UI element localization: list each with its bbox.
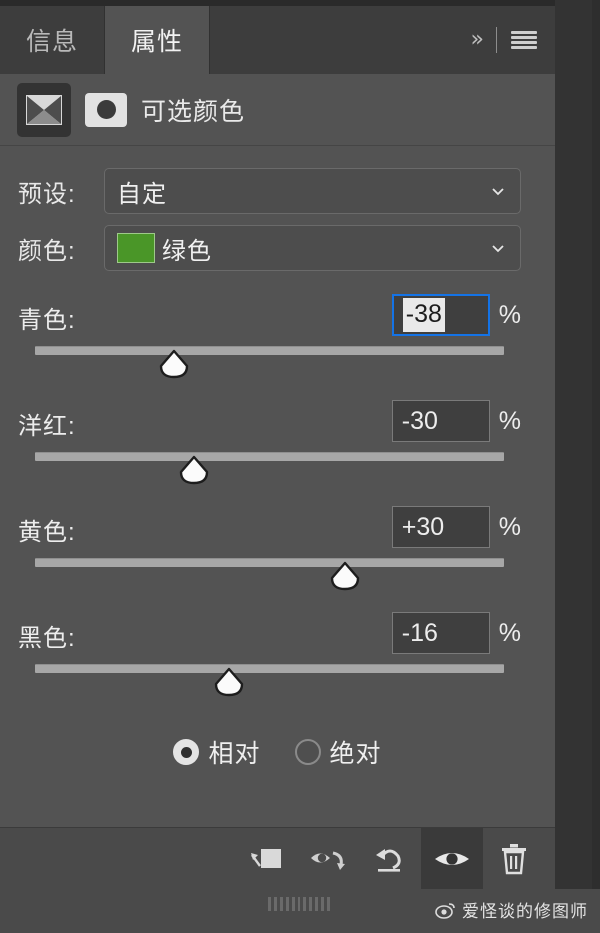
chevron-down-icon [492,188,504,196]
slider-magenta: 洋红: -30 % [18,388,521,494]
slider-cyan-field-wrap: -38 % [391,294,521,336]
adjustment-header: 可选颜色 [0,74,555,146]
slider-black-track[interactable] [35,664,504,673]
radio-relative-label: 相对 [208,740,261,768]
slider-black: 黑色: -16 % [18,600,521,706]
delete-button[interactable] [483,828,545,890]
slider-yellow-field-wrap: +30 % [391,506,521,548]
preset-value: 自定 [117,180,167,208]
slider-yellow-percent: % [498,512,521,541]
toggle-preview-button[interactable] [297,828,359,890]
radio-absolute[interactable]: 绝对 [294,734,382,770]
slider-magenta-track-wrap[interactable] [18,448,521,494]
tab-properties-label: 属性 [131,28,184,56]
panel-body: 预设: 自定 颜色: 绿色 青色: -38 % 洋红: -30 % 黄色: +3… [0,146,555,770]
dock-right-edge [592,0,600,933]
page-title: 可选颜色 [141,97,246,126]
weibo-logo-icon [435,902,455,919]
slider-black-percent: % [498,618,521,647]
tab-properties[interactable]: 属性 [105,6,211,74]
toggle-preview-icon [311,851,345,870]
tab-bar-spacer [210,6,471,74]
radio-relative-circle-icon[interactable] [173,739,200,765]
properties-panel: 信息 属性 » 可选颜色 预设: 自定 颜色: 绿色 青色: -38 % 洋红:… [0,6,555,933]
slider-yellow-track-wrap[interactable] [18,554,521,600]
photoshop-properties-panel: 信息 属性 » 可选颜色 预设: 自定 颜色: 绿色 青色: -38 % 洋红:… [0,0,600,933]
slider-magenta-value: -30 [401,406,438,435]
clip-to-layer-icon [251,848,281,868]
slider-magenta-thumb[interactable] [178,455,210,485]
colors-dropdown[interactable]: 绿色 [104,225,521,271]
watermark: 爱怪谈的修图师 [435,897,588,922]
radio-absolute-circle-icon[interactable] [294,739,321,765]
clip-to-layer-button[interactable] [235,828,297,890]
reset-button[interactable] [359,828,421,890]
slider-cyan-value: -38 [402,297,445,333]
slider-black-value: -16 [401,618,438,647]
chevron-down-icon [492,245,504,253]
dock-right-strip [555,0,600,933]
slider-black-input[interactable]: -16 [391,612,490,654]
tab-info[interactable]: 信息 [0,6,106,74]
slider-cyan: 青色: -38 % [18,282,521,388]
tab-bar-actions: » [470,6,555,74]
adjustment-glyph [26,94,62,125]
visibility-eye-icon [435,852,469,865]
radio-absolute-label: 绝对 [329,740,382,768]
slider-cyan-track[interactable] [35,346,504,355]
slider-black-track-wrap[interactable] [18,660,521,706]
mask-dot-shape [96,100,116,119]
slider-cyan-thumb[interactable] [158,349,190,379]
method-radio-group: 相对 绝对 [0,734,555,770]
radio-relative[interactable]: 相对 [173,734,260,770]
slider-magenta-input[interactable]: -30 [391,400,490,442]
slider-black-field-wrap: -16 % [391,612,521,654]
slider-yellow: 黄色: +30 % [18,494,521,600]
slider-yellow-thumb[interactable] [329,561,361,591]
slider-cyan-track-wrap[interactable] [18,342,521,388]
slider-yellow-value: +30 [401,512,445,541]
layer-mask-thumbnail-icon[interactable] [85,92,127,127]
color-swatch [117,233,155,263]
slider-magenta-track[interactable] [35,452,504,461]
colors-row: 颜色: 绿色 [18,225,521,271]
slider-magenta-field-wrap: -30 % [391,400,521,442]
collapse-double-chevron-icon[interactable]: » [471,29,485,51]
watermark-text: 爱怪谈的修图师 [462,902,588,921]
delete-trash-icon [502,843,526,874]
slider-black-label: 黑色: [18,624,76,652]
visibility-eye-button[interactable] [421,827,483,890]
slider-cyan-percent: % [498,300,521,329]
preset-dropdown[interactable]: 自定 [104,168,521,214]
slider-yellow-input[interactable]: +30 [391,506,490,548]
colors-label: 颜色: [18,237,76,265]
slider-magenta-label: 洋红: [18,412,76,440]
tab-info-label: 信息 [26,28,79,56]
preset-row: 预设: 自定 [18,168,521,214]
selective-color-adjustment-icon[interactable] [17,82,71,137]
slider-black-thumb[interactable] [213,667,245,697]
panel-footer: 爱怪谈的修图师 [0,889,600,933]
slider-cyan-top: 青色: -38 % [18,294,521,340]
slider-magenta-top: 洋红: -30 % [18,400,521,446]
slider-black-top: 黑色: -16 % [18,612,521,658]
slider-cyan-label: 青色: [18,306,76,334]
slider-cyan-input[interactable]: -38 [391,294,490,336]
toolbar-divider [496,27,497,53]
resize-grip-handle[interactable] [268,897,330,911]
hamburger-menu-icon[interactable] [511,31,537,49]
slider-magenta-percent: % [498,406,521,435]
reset-icon [376,848,401,872]
panel-tab-bar: 信息 属性 » [0,6,555,74]
slider-yellow-top: 黄色: +30 % [18,506,521,552]
slider-yellow-track[interactable] [35,558,504,567]
panel-bottom-toolbar [0,827,555,890]
preset-label: 预设: [18,180,76,208]
slider-yellow-label: 黄色: [18,518,76,546]
colors-value: 绿色 [162,237,212,265]
